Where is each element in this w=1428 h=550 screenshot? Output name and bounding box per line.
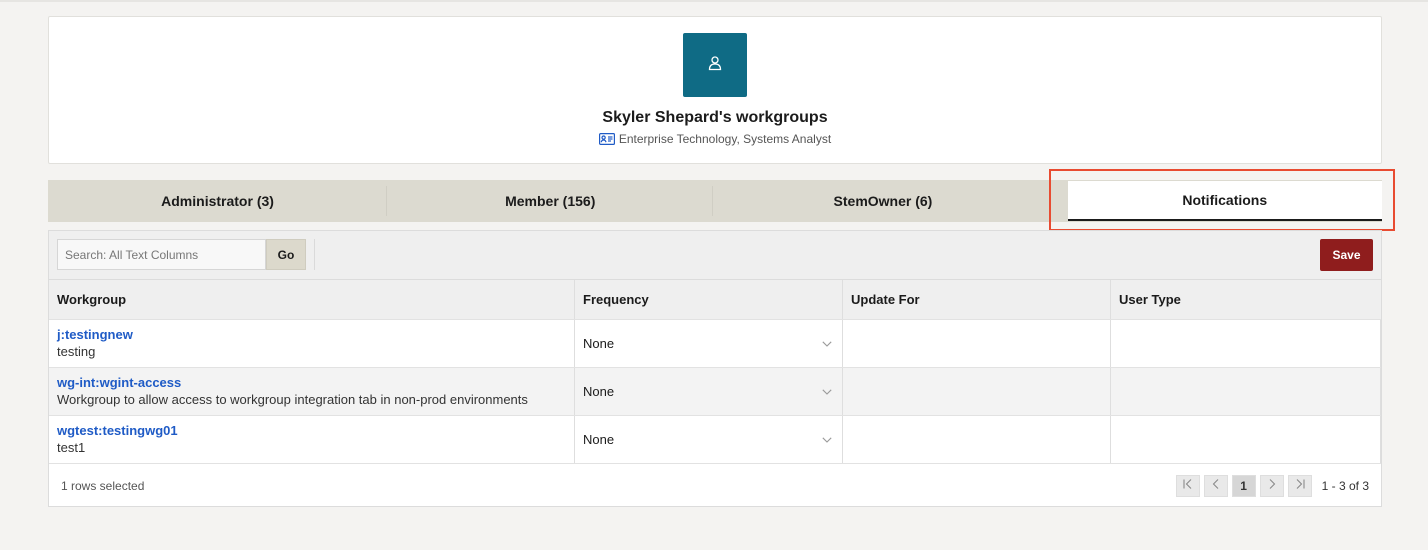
tab-label: Administrator (3)	[161, 193, 274, 209]
update-for-cell	[843, 320, 1111, 367]
tab-label: Member (156)	[505, 193, 596, 209]
workgroup-cell: wg-int:wgint-access Workgroup to allow a…	[49, 368, 575, 415]
pagination: 1 1 - 3 of 3	[1175, 475, 1369, 497]
tab-label: Notifications	[1182, 192, 1268, 208]
workgroup-link[interactable]: wg-int:wgint-access	[57, 374, 574, 391]
rows-selected-status: 1 rows selected	[61, 479, 145, 493]
frequency-value: None	[583, 384, 615, 399]
workgroup-description: test1	[57, 440, 86, 455]
last-page-button[interactable]	[1287, 475, 1312, 497]
search-input[interactable]	[57, 239, 266, 270]
page-title: Skyler Shepard's workgroups	[602, 109, 828, 126]
column-header-user-type[interactable]: User Type	[1111, 280, 1381, 319]
workgroup-link[interactable]: wgtest:testingwg01	[57, 422, 574, 439]
tab-stemowner[interactable]: StemOwner (6)	[713, 180, 1052, 222]
tab-notifications[interactable]: Notifications	[1067, 181, 1383, 221]
user-type-cell	[1111, 320, 1381, 367]
table-header: Workgroup Frequency Update For User Type	[49, 280, 1381, 320]
first-page-button[interactable]	[1175, 475, 1200, 497]
toolbar-divider	[314, 239, 315, 270]
tab-bar: Administrator (3) Member (156) StemOwner…	[48, 180, 1383, 222]
workgroup-description: testing	[57, 344, 96, 359]
update-for-cell	[843, 416, 1111, 463]
tab-label: StemOwner (6)	[833, 193, 933, 209]
last-page-icon	[1294, 477, 1306, 495]
table-row[interactable]: wgtest:testingwg01 test1 None	[49, 416, 1381, 464]
user-icon	[708, 55, 722, 76]
grid-footer: 1 rows selected 1 1 - 3 of 3	[49, 466, 1381, 506]
avatar	[683, 33, 747, 97]
column-header-update-for[interactable]: Update For	[843, 280, 1111, 319]
profile-subtitle: Enterprise Technology, Systems Analyst	[49, 132, 1381, 146]
workgroup-cell: j:testingnew testing	[49, 320, 575, 367]
chevron-down-icon	[822, 436, 832, 443]
workgroup-link[interactable]: j:testingnew	[57, 326, 574, 343]
frequency-select[interactable]: None	[575, 416, 843, 463]
tab-administrator[interactable]: Administrator (3)	[48, 180, 388, 222]
grid-toolbar: Go Save	[49, 231, 1381, 280]
chevron-right-icon	[1266, 477, 1278, 495]
chevron-down-icon	[822, 388, 832, 395]
frequency-value: None	[583, 336, 615, 351]
update-for-cell	[843, 368, 1111, 415]
top-divider	[0, 0, 1428, 2]
user-type-cell	[1111, 368, 1381, 415]
workgroup-cell: wgtest:testingwg01 test1	[49, 416, 575, 463]
go-button[interactable]: Go	[266, 239, 306, 270]
frequency-select[interactable]: None	[575, 368, 843, 415]
first-page-icon	[1182, 477, 1194, 495]
save-button[interactable]: Save	[1320, 239, 1373, 271]
frequency-value: None	[583, 432, 615, 447]
table-row[interactable]: j:testingnew testing None	[49, 320, 1381, 368]
table-row[interactable]: wg-int:wgint-access Workgroup to allow a…	[49, 368, 1381, 416]
notifications-grid: Go Save Workgroup Frequency Update For U…	[48, 230, 1382, 507]
workgroup-description: Workgroup to allow access to workgroup i…	[57, 392, 528, 407]
column-header-workgroup[interactable]: Workgroup	[49, 280, 575, 319]
current-page-button[interactable]: 1	[1231, 475, 1256, 497]
frequency-select[interactable]: None	[575, 320, 843, 367]
chevron-down-icon	[822, 340, 832, 347]
id-card-icon	[598, 133, 615, 145]
column-header-frequency[interactable]: Frequency	[575, 280, 843, 319]
next-page-button[interactable]	[1259, 475, 1284, 497]
page-range-label: 1 - 3 of 3	[1321, 479, 1369, 493]
chevron-left-icon	[1210, 477, 1222, 495]
user-type-cell	[1111, 416, 1381, 463]
table-body: j:testingnew testing None wg-int:wgint-a…	[49, 320, 1381, 464]
tab-member[interactable]: Member (156)	[387, 180, 714, 222]
profile-card: Skyler Shepard's workgroups Enterprise T…	[48, 16, 1382, 164]
previous-page-button[interactable]	[1203, 475, 1228, 497]
profile-subtitle-text: Enterprise Technology, Systems Analyst	[618, 132, 832, 146]
